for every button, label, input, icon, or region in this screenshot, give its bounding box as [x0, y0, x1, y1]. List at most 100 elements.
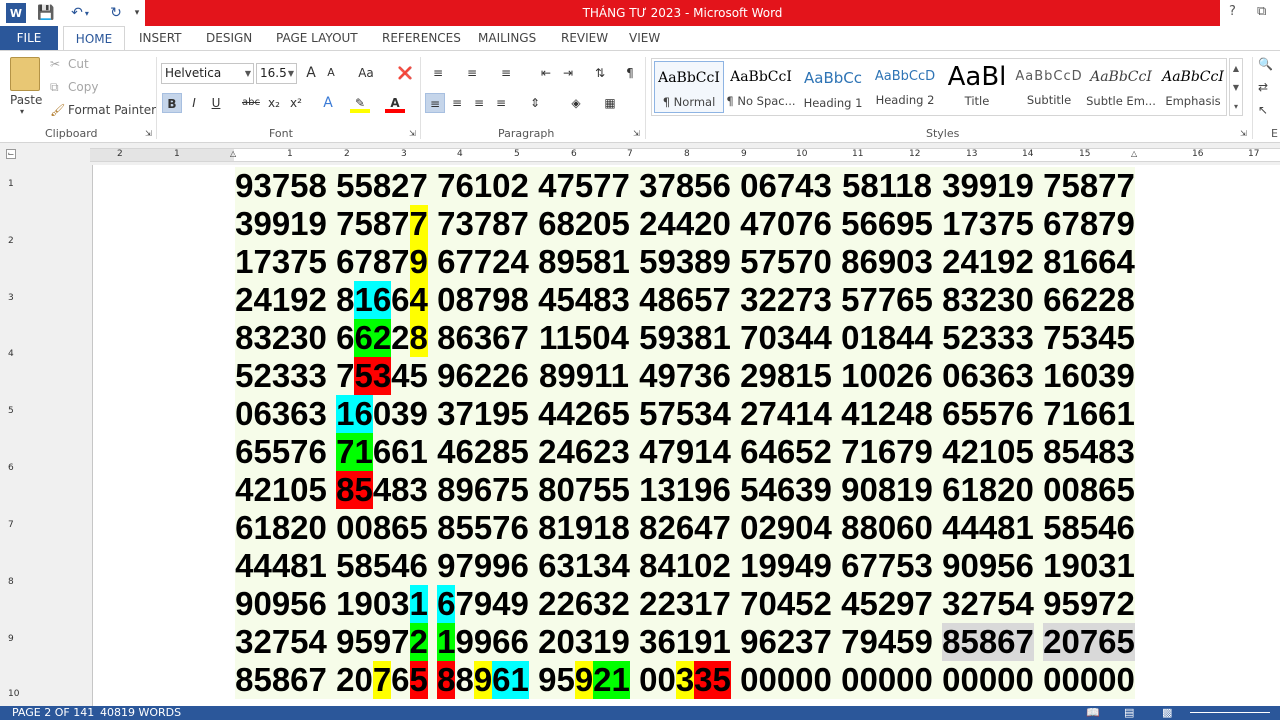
number-cell[interactable]: 39919 — [235, 205, 327, 243]
style-no-spacing[interactable]: AaBbCcI ¶ No Spac... — [726, 61, 796, 113]
number-cell[interactable]: 83230 — [942, 281, 1034, 319]
number-cell[interactable]: 89675 — [437, 471, 529, 509]
style-title[interactable]: AaBl Title — [942, 61, 1012, 113]
number-cell[interactable]: 90956 — [235, 585, 327, 623]
number-cell[interactable]: 10026 — [841, 357, 933, 395]
paste-icon[interactable] — [10, 57, 40, 91]
number-cell[interactable]: 00000 — [841, 661, 933, 699]
multilevel-list-icon[interactable]: ≡ — [496, 63, 516, 83]
number-cell[interactable]: 24420 — [639, 205, 731, 243]
read-mode-icon[interactable]: 📖 — [1086, 706, 1100, 720]
number-cell[interactable]: 93758 — [235, 167, 327, 205]
number-cell[interactable]: 95972 — [1043, 585, 1135, 623]
web-layout-icon[interactable]: ▩ — [1162, 706, 1172, 720]
number-cell[interactable]: 81664 — [336, 281, 428, 319]
number-cell[interactable]: 85483 — [1043, 433, 1135, 471]
number-cell[interactable]: 49736 — [639, 357, 731, 395]
number-cell[interactable]: 45483 — [538, 281, 630, 319]
clear-formatting-icon[interactable]: ❌ — [395, 63, 415, 83]
number-cell[interactable]: 73787 — [437, 205, 529, 243]
number-cell[interactable]: 00000 — [942, 661, 1034, 699]
style-normal[interactable]: AaBbCcI ¶ Normal — [654, 61, 724, 113]
number-cell[interactable]: 52333 — [235, 357, 327, 395]
align-right-icon[interactable]: ≡ — [469, 93, 489, 113]
number-cell[interactable]: 65576 — [942, 395, 1034, 433]
number-cell[interactable]: 58546 — [1043, 509, 1135, 547]
shading-icon[interactable]: ◈ — [566, 93, 586, 113]
number-cell[interactable]: 19949 — [740, 547, 832, 585]
number-cell[interactable]: 57570 — [740, 243, 832, 281]
customize-quick-access-icon[interactable]: ▾ — [132, 3, 142, 23]
number-cell[interactable]: 61820 — [235, 509, 327, 547]
number-cell[interactable]: 95921 — [538, 661, 630, 699]
style-heading-2[interactable]: AaBbCcD Heading 2 — [870, 61, 940, 113]
styles-scroll[interactable]: ▲ ▼ ▾ — [1229, 58, 1243, 116]
number-cell[interactable]: 58546 — [336, 547, 428, 585]
number-cell[interactable]: 96226 — [437, 357, 529, 395]
horizontal-ruler[interactable]: 2 1 △ 1 2 3 4 5 6 7 8 9 10 11 12 13 14 1… — [90, 148, 1280, 162]
number-cell[interactable]: 42105 — [235, 471, 327, 509]
text-effects-icon[interactable]: A — [318, 93, 338, 113]
copy-button[interactable]: Copy — [68, 80, 98, 94]
number-cell[interactable]: 44265 — [538, 395, 630, 433]
number-cell[interactable]: 79459 — [841, 623, 933, 661]
number-cell[interactable]: 75345 — [336, 357, 428, 395]
number-cell[interactable]: 59389 — [639, 243, 731, 281]
number-cell[interactable]: 06363 — [942, 357, 1034, 395]
number-cell[interactable]: 16039 — [336, 395, 428, 433]
number-cell[interactable]: 37195 — [437, 395, 529, 433]
print-layout-icon[interactable]: ▤ — [1124, 706, 1134, 720]
line-spacing-icon[interactable]: ⇕ — [525, 93, 545, 113]
number-cell[interactable]: 41248 — [841, 395, 933, 433]
number-cell[interactable]: 24192 — [942, 243, 1034, 281]
number-cell[interactable]: 47914 — [639, 433, 731, 471]
number-cell[interactable]: 84102 — [639, 547, 731, 585]
font-size-combo[interactable]: 16.5 ▼ — [256, 63, 297, 84]
number-cell[interactable]: 46285 — [437, 433, 529, 471]
paste-dropdown-icon[interactable]: ▾ — [20, 107, 24, 116]
number-cell[interactable]: 71661 — [336, 433, 428, 471]
number-cell[interactable]: 71679 — [841, 433, 933, 471]
font-name-combo[interactable]: Helvetica ▼ — [161, 63, 254, 84]
tab-page-layout[interactable]: PAGE LAYOUT — [270, 26, 364, 50]
number-cell[interactable]: 11504 — [538, 319, 630, 357]
clipboard-launcher-icon[interactable]: ⇲ — [145, 129, 152, 138]
number-cell[interactable]: 20765 — [1043, 623, 1135, 661]
number-cell[interactable]: 37856 — [639, 167, 731, 205]
number-cell[interactable]: 67879 — [1043, 205, 1135, 243]
number-cell[interactable]: 67949 — [437, 585, 529, 623]
number-cell[interactable]: 63134 — [538, 547, 630, 585]
number-cell[interactable]: 52333 — [942, 319, 1034, 357]
underline-button[interactable]: U — [206, 93, 226, 113]
number-cell[interactable]: 39919 — [942, 167, 1034, 205]
tab-selector-icon[interactable]: ⌙ — [6, 149, 16, 159]
number-cell[interactable]: 00865 — [1043, 471, 1135, 509]
undo-icon[interactable]: ↶ ▾ — [66, 3, 94, 23]
ribbon-display-options-icon[interactable]: ⧉ — [1257, 4, 1266, 19]
number-cell[interactable]: 57534 — [639, 395, 731, 433]
number-cell[interactable]: 19031 — [336, 585, 428, 623]
number-cell[interactable]: 83230 — [235, 319, 327, 357]
number-cell[interactable]: 59381 — [639, 319, 731, 357]
superscript-button[interactable]: x² — [286, 93, 306, 113]
number-cell[interactable]: 01844 — [841, 319, 933, 357]
number-cell[interactable]: 67753 — [841, 547, 933, 585]
tab-home[interactable]: HOME — [63, 26, 125, 51]
number-cell[interactable]: 85576 — [437, 509, 529, 547]
number-cell[interactable]: 06743 — [740, 167, 832, 205]
number-cell[interactable]: 24623 — [538, 433, 630, 471]
number-cell[interactable]: 85483 — [336, 471, 428, 509]
number-cell[interactable]: 00000 — [1043, 661, 1135, 699]
align-center-icon[interactable]: ≡ — [447, 93, 467, 113]
number-cell[interactable]: 00000 — [740, 661, 832, 699]
italic-button[interactable]: I — [184, 93, 204, 113]
style-emphasis[interactable]: AaBbCcI Emphasis — [1158, 61, 1228, 113]
shrink-font-button[interactable]: A — [321, 63, 341, 83]
number-cell[interactable]: 17375 — [942, 205, 1034, 243]
number-cell[interactable]: 90956 — [942, 547, 1034, 585]
number-cell[interactable]: 67879 — [336, 243, 428, 281]
number-cell[interactable]: 57765 — [841, 281, 933, 319]
align-left-icon[interactable]: ≡ — [425, 93, 445, 113]
number-cell[interactable]: 68205 — [538, 205, 630, 243]
number-cell[interactable]: 88961 — [437, 661, 529, 699]
